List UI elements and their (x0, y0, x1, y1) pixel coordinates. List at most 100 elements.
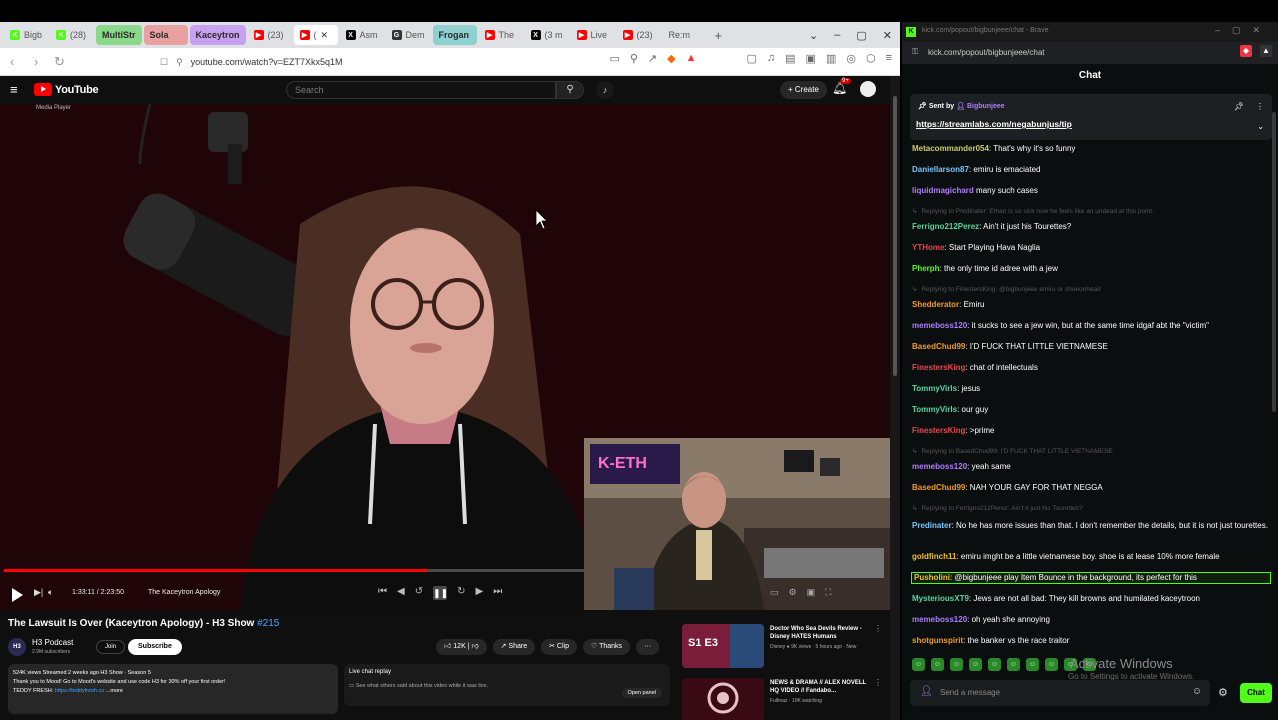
wallet-icon[interactable]: ▥ (826, 52, 836, 65)
browser-tab[interactable]: Sola (143, 25, 188, 45)
youtube-logo[interactable]: YouTube (34, 83, 99, 96)
chat-username[interactable]: Pusholini (914, 573, 950, 582)
chat-username[interactable]: TommyVirls (912, 405, 957, 414)
browser-tab[interactable]: ▶ (23) (248, 25, 292, 45)
emote-icon[interactable]: ☺ (1026, 658, 1039, 671)
settings-gear-icon[interactable]: ⚙ (1218, 686, 1228, 699)
emote-icon[interactable]: ☺ (1007, 658, 1020, 671)
zoom-icon[interactable]: ⚲ (630, 52, 638, 65)
description-link[interactable]: https://teddyfresh.co (55, 688, 105, 694)
settings-icon[interactable]: ⚙ (789, 587, 797, 598)
search-input[interactable]: Search (286, 81, 556, 99)
chat-input[interactable]: 👤︎ Send a message ☺ (910, 680, 1210, 706)
pause-icon[interactable]: ❚❚ (433, 586, 448, 600)
bookmark-icon[interactable]: ☐ (160, 57, 168, 68)
play-icon[interactable] (12, 588, 23, 602)
thanks-button[interactable]: ♡ Thanks (582, 639, 631, 655)
chat-username[interactable]: Shedderator (912, 300, 959, 309)
channel-name[interactable]: H3 Podcast (32, 638, 73, 647)
menu-icon[interactable]: ≡ (886, 52, 892, 65)
recommended-video[interactable]: NEWS & DRAMA // ALEX NOVELL HQ VIDEO // … (682, 678, 882, 720)
pinned-sender-name[interactable]: 👤︎ Bigbunjeee (956, 103, 1005, 110)
recommended-thumbnail[interactable] (682, 678, 764, 720)
join-button[interactable]: Join (96, 640, 126, 654)
chat-username[interactable]: BasedChud99 (912, 483, 965, 492)
minimize-icon[interactable]: – (834, 29, 840, 41)
chat-address-bar[interactable]: ⚿ kick.com/popout/bigbunjeee/chat ◆ ▲ (902, 42, 1278, 64)
notifications-bell-icon[interactable]: 🔔︎ 9+ (832, 78, 851, 95)
browser-tab[interactable]: X (3 m (525, 25, 569, 45)
chat-username[interactable]: BasedChud99 (912, 342, 965, 351)
kebab-menu-icon[interactable]: ⋮ (1256, 102, 1264, 111)
chat-username[interactable]: Ferrigno212Perez (912, 222, 979, 231)
chat-message[interactable]: memeboss120: oh yeah she annoying (912, 615, 1270, 625)
chat-reply-context[interactable]: ↳ Replying to BasedChud99: I'D FUCK THAT … (912, 447, 1270, 457)
media-icon[interactable]: ♫ (767, 52, 775, 65)
chat-username[interactable]: MysteriousXT9 (912, 594, 969, 603)
recommended-title[interactable]: Doctor Who Sea Devils Review - Disney HA… (770, 625, 874, 641)
tabs-icon[interactable]: ▣ (806, 52, 816, 65)
miniplayer-icon[interactable]: ▣ (807, 587, 816, 598)
description-more[interactable]: ...more (104, 688, 123, 694)
search-icon[interactable]: ⚲ (556, 81, 584, 99)
clip-button[interactable]: ✂ Clip (541, 639, 577, 655)
browser-tab[interactable]: Frogan (432, 25, 477, 45)
chat-scrollbar[interactable] (1272, 112, 1276, 412)
next-track-icon[interactable]: ▶ (475, 586, 483, 600)
chat-username[interactable]: memeboss120 (912, 462, 967, 471)
chat-reply-context[interactable]: ↳ Replying to Predinater: Ethan is so sic… (912, 207, 1270, 217)
chat-message[interactable]: liquidmagichard many such cases (912, 186, 1270, 196)
reload-icon[interactable]: ↻ (54, 54, 68, 70)
create-button[interactable]: + Create (780, 81, 827, 99)
browser-tab[interactable]: ▶ The (479, 25, 523, 45)
chat-message[interactable]: TommyVirls: jesus (912, 384, 1270, 394)
rewind-icon[interactable]: ↺ (415, 586, 423, 600)
site-info-icon[interactable]: ⚲ (176, 57, 183, 68)
recommended-title[interactable]: NEWS & DRAMA // ALEX NOVELL HQ VIDEO // … (770, 679, 874, 695)
kebab-menu-icon[interactable]: ⋮ (874, 624, 882, 633)
emote-icon[interactable]: ☺ (1045, 658, 1058, 671)
user-badge-icon[interactable]: 👤︎ (920, 686, 933, 697)
chat-username[interactable]: memeboss120 (912, 615, 967, 624)
description-box[interactable]: 524K views Streamed 2 weeks ago H3 Show … (8, 664, 338, 714)
new-tab-icon[interactable]: + (715, 28, 723, 43)
chat-message[interactable]: Daniellarson87: emiru is emaciated (912, 165, 1270, 175)
page-scrollbar[interactable] (890, 76, 900, 720)
chat-username[interactable]: Metacommander054 (912, 144, 989, 153)
chat-message[interactable]: memeboss120: it sucks to see a jew win, … (912, 321, 1270, 331)
chat-username[interactable]: TommyVirls (912, 384, 957, 393)
next-icon[interactable]: ▶| (34, 587, 43, 598)
browser-tab[interactable]: X Asm (340, 25, 384, 45)
browser-tab[interactable]: K (28) (50, 25, 94, 45)
kebab-menu-icon[interactable]: ⋮ (874, 678, 882, 687)
send-chat-button[interactable]: Chat (1240, 683, 1272, 703)
chat-username[interactable]: FinestersKing (912, 426, 965, 435)
chat-message-highlighted[interactable]: Pusholini: @bigbunjeee play Item Bounce … (911, 572, 1271, 584)
scrollbar-thumb[interactable] (893, 96, 897, 376)
browser-tab[interactable]: ▶ (23) (617, 25, 661, 45)
chat-username[interactable]: liquidmagichard (912, 186, 974, 195)
channel-avatar[interactable]: H3 (8, 638, 26, 656)
maximize-icon[interactable]: ▢ (856, 29, 866, 42)
back-icon[interactable]: ‹ (10, 54, 24, 69)
recommended-thumbnail[interactable]: S1 E3 (682, 624, 764, 668)
chat-reply-context[interactable]: ↳ Replying to FinestersKing: @bigbunjeee … (912, 285, 1270, 295)
forward-icon[interactable]: › (34, 54, 48, 69)
chat-message[interactable]: Shedderator: Emiru (912, 300, 1270, 310)
vpn-icon[interactable]: ◎ (846, 52, 856, 65)
skip-forward-icon[interactable]: ⏭︎ (493, 586, 502, 600)
reader-icon[interactable]: ▤ (785, 52, 795, 65)
emote-icon[interactable]: ☺ (931, 658, 944, 671)
share-button[interactable]: ↗ Share (492, 639, 536, 655)
sidebar-icon[interactable]: ▢ (746, 52, 756, 65)
hamburger-menu-icon[interactable]: ≡ (10, 82, 18, 97)
video-hashtag[interactable]: #215 (257, 618, 279, 629)
recommended-video[interactable]: S1 E3 Doctor Who Sea Devils Review - Dis… (682, 624, 882, 668)
chat-message[interactable]: Ferrigno212Perez: Ain't it just his Tour… (912, 222, 1270, 232)
emote-icon[interactable]: ☺ (950, 658, 963, 671)
more-actions-button[interactable]: ··· (636, 639, 660, 655)
browser-tab[interactable]: MultiStr (96, 25, 142, 45)
chat-message[interactable]: BasedChud99: I'D FUCK THAT LITTLE VIETNA… (912, 342, 1270, 352)
emote-icon[interactable]: ☺ (912, 658, 925, 671)
open-panel-button[interactable]: Open panel (621, 688, 662, 698)
